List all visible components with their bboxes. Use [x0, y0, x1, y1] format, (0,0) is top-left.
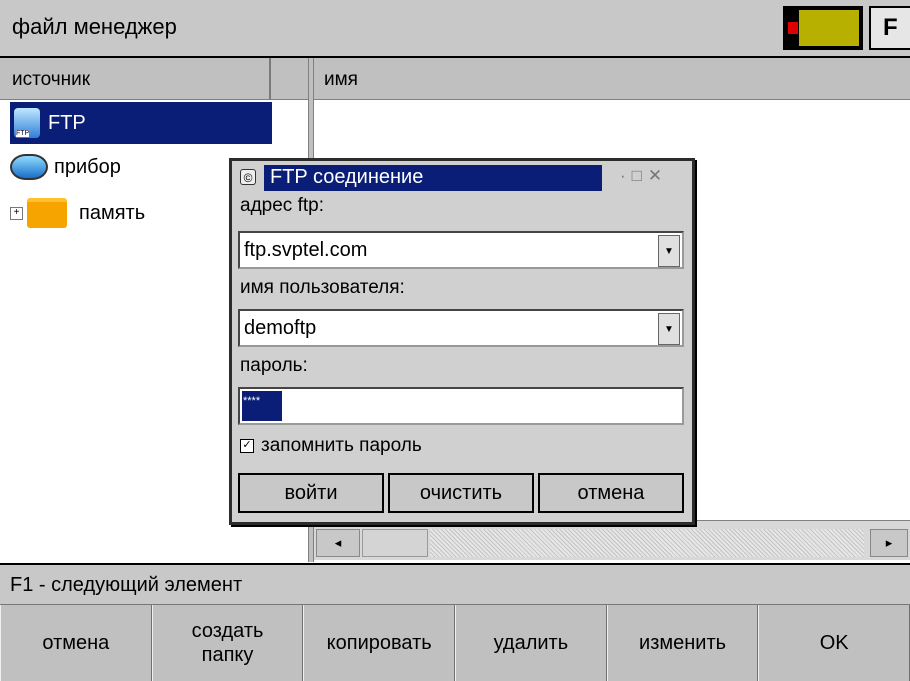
- battery-indicator: [783, 6, 863, 50]
- source-item-ftp[interactable]: FTP: [10, 102, 272, 144]
- function-button-bar: отмена создать папку копировать удалить …: [0, 605, 910, 681]
- create-folder-button[interactable]: создать папку: [151, 605, 304, 681]
- username-value: demoftp: [244, 317, 317, 339]
- ftp-address-value: ftp.svptel.com: [244, 239, 368, 261]
- horizontal-scrollbar[interactable]: ◂ ▸: [314, 520, 910, 560]
- dialog-title-bar[interactable]: © FTP соединение ·□✕: [238, 165, 692, 191]
- login-button[interactable]: войти: [238, 473, 384, 513]
- password-label: пароль:: [240, 355, 308, 376]
- source-item-label: память: [79, 201, 146, 224]
- checkbox-checked-icon[interactable]: ✓: [240, 439, 254, 453]
- username-label: имя пользователя:: [240, 277, 405, 298]
- ftp-address-label: адрес ftp:: [240, 195, 324, 216]
- remember-password-label: запомнить пароль: [261, 435, 422, 456]
- password-field[interactable]: ****: [238, 387, 684, 425]
- name-header-label: имя: [324, 69, 358, 90]
- window-controls-icon[interactable]: ·□✕: [620, 166, 668, 186]
- scroll-track[interactable]: [430, 529, 864, 557]
- expand-plus-icon[interactable]: +: [10, 206, 23, 220]
- battery-level-yellow: [799, 10, 859, 46]
- ftp-connection-dialog: © FTP соединение ·□✕ адрес ftp: ftp.svpt…: [229, 158, 695, 525]
- scroll-right-arrow-icon[interactable]: ▸: [870, 529, 908, 557]
- ftp-icon: [14, 108, 40, 138]
- source-column-header: источник: [0, 58, 271, 100]
- edit-button[interactable]: изменить: [606, 605, 759, 681]
- ftp-address-combo[interactable]: ftp.svptel.com ▼: [238, 231, 684, 269]
- folder-icon: [27, 198, 67, 228]
- monitor-icon: [10, 154, 48, 180]
- source-item-memory[interactable]: + память: [10, 192, 145, 234]
- title-bar: файл менеджер F: [0, 0, 910, 58]
- dialog-app-icon: ©: [240, 169, 256, 185]
- dialog-title: FTP соединение: [270, 166, 424, 188]
- dialog-cancel-button[interactable]: отмена: [538, 473, 684, 513]
- scroll-thumb[interactable]: [362, 529, 428, 557]
- f-key-button[interactable]: F: [869, 6, 910, 50]
- source-item-label: FTP: [48, 111, 86, 134]
- delete-button[interactable]: удалить: [455, 605, 607, 681]
- status-text: F1 - следующий элемент: [10, 574, 243, 596]
- battery-level-red: [788, 22, 798, 34]
- source-header-label: источник: [12, 69, 91, 90]
- ok-button[interactable]: OK: [758, 605, 910, 681]
- status-bar: F1 - следующий элемент: [0, 563, 910, 605]
- dropdown-arrow-icon[interactable]: ▼: [658, 313, 680, 345]
- password-value: ****: [242, 391, 282, 421]
- window-title: файл менеджер: [12, 14, 177, 39]
- copy-button[interactable]: копировать: [303, 605, 456, 681]
- cancel-button[interactable]: отмена: [0, 605, 152, 681]
- clear-button[interactable]: очистить: [388, 473, 534, 513]
- source-item-device[interactable]: прибор: [10, 146, 121, 188]
- dropdown-arrow-icon[interactable]: ▼: [658, 235, 680, 267]
- source-item-label: прибор: [54, 155, 121, 178]
- scroll-left-arrow-icon[interactable]: ◂: [316, 529, 360, 557]
- name-column-header[interactable]: имя: [314, 58, 910, 100]
- username-combo[interactable]: demoftp ▼: [238, 309, 684, 347]
- source-header-extra: [271, 58, 311, 100]
- remember-password-checkbox[interactable]: ✓ запомнить пароль: [240, 435, 422, 457]
